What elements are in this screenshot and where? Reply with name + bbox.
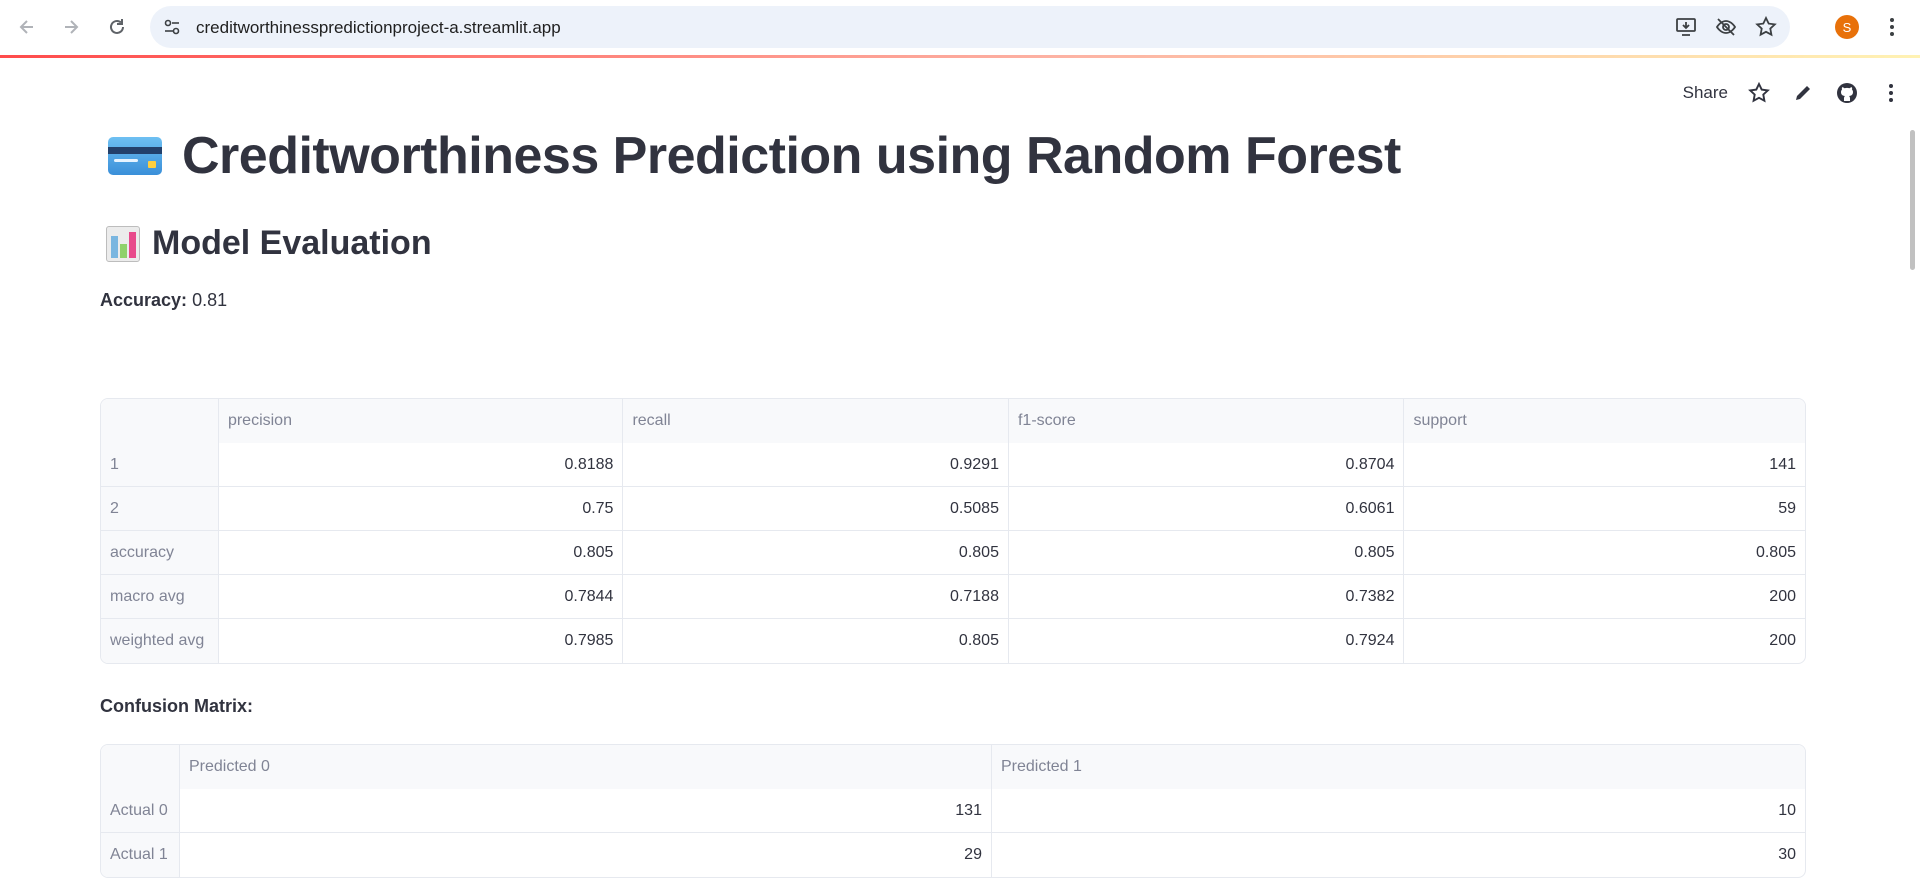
- accuracy-label: Accuracy:: [100, 290, 188, 310]
- page-scrollbar[interactable]: [1906, 58, 1920, 868]
- table-cell[interactable]: 0.805: [218, 531, 624, 575]
- row-label[interactable]: weighted avg: [101, 619, 219, 663]
- confusion-matrix-label: Confusion Matrix:: [100, 696, 253, 716]
- column-header[interactable]: Predicted 1: [991, 745, 1805, 789]
- column-header[interactable]: support: [1404, 399, 1805, 443]
- row-label[interactable]: Actual 1: [101, 833, 180, 877]
- accuracy-value: 0.81: [192, 290, 228, 310]
- row-label[interactable]: macro avg: [101, 575, 219, 619]
- table-row: 2 0.75 0.5085 0.6061 59: [101, 487, 1805, 531]
- column-header[interactable]: [101, 745, 180, 789]
- app-decoration-bar: [0, 55, 1920, 58]
- bookmark-star-icon[interactable]: [1754, 15, 1778, 39]
- table-cell[interactable]: 0.7844: [218, 575, 624, 619]
- row-label[interactable]: Actual 0: [101, 789, 180, 833]
- table-cell[interactable]: 29: [180, 833, 992, 877]
- row-label[interactable]: 2: [101, 487, 219, 531]
- eye-off-icon[interactable]: [1714, 15, 1738, 39]
- column-header[interactable]: [101, 399, 219, 443]
- edit-icon[interactable]: [1790, 80, 1816, 106]
- column-header[interactable]: f1-score: [1008, 399, 1405, 443]
- column-header[interactable]: precision: [218, 399, 624, 443]
- bar-chart-icon: [106, 225, 140, 262]
- table-cell[interactable]: 0.805: [1008, 531, 1405, 575]
- table-row: Actual 0 131 10: [101, 789, 1805, 833]
- row-label[interactable]: 1: [101, 443, 219, 487]
- table-cell[interactable]: 0.805: [623, 619, 1009, 663]
- table-cell[interactable]: 0.8188: [218, 443, 624, 487]
- site-settings-icon[interactable]: [162, 17, 182, 37]
- credit-card-icon: [108, 137, 162, 175]
- app-toolbar: Share: [1683, 80, 1904, 106]
- table-cell[interactable]: 0.805: [623, 531, 1009, 575]
- star-icon[interactable]: [1746, 80, 1772, 106]
- table-cell[interactable]: 10: [991, 789, 1805, 833]
- back-icon[interactable]: [12, 12, 42, 42]
- section-heading: Model Evaluation: [106, 224, 432, 263]
- classification-report-table[interactable]: precision recall f1-score support 1 0.81…: [100, 398, 1806, 664]
- page-title-text: Creditworthiness Prediction using Random…: [182, 127, 1401, 185]
- section-heading-text: Model Evaluation: [152, 224, 432, 262]
- table-cell[interactable]: 0.5085: [623, 487, 1009, 531]
- forward-icon[interactable]: [56, 12, 86, 42]
- accuracy-text: Accuracy: 0.81: [100, 290, 227, 311]
- table-cell[interactable]: 30: [992, 833, 1805, 877]
- table-cell[interactable]: 0.75: [218, 487, 624, 531]
- table-row: accuracy 0.805 0.805 0.805 0.805: [101, 531, 1805, 575]
- confusion-matrix-table[interactable]: Predicted 0 Predicted 1 Actual 0 131 10 …: [100, 744, 1806, 878]
- table-cell[interactable]: 0.8704: [1008, 443, 1405, 487]
- table-row: 1 0.8188 0.9291 0.8704 141: [101, 443, 1805, 487]
- page-title: Creditworthiness Prediction using Random…: [108, 126, 1401, 186]
- table-cell[interactable]: 59: [1404, 487, 1805, 531]
- table-header-row: Predicted 0 Predicted 1: [101, 745, 1805, 789]
- table-cell[interactable]: 200: [1404, 575, 1805, 619]
- table-row: macro avg 0.7844 0.7188 0.7382 200: [101, 575, 1805, 619]
- row-label[interactable]: accuracy: [101, 531, 219, 575]
- table-row: Actual 1 29 30: [101, 833, 1805, 877]
- browser-menu-icon[interactable]: [1880, 13, 1904, 41]
- table-cell[interactable]: 131: [179, 789, 992, 833]
- table-row: weighted avg 0.7985 0.805 0.7924 200: [101, 619, 1805, 663]
- profile-avatar[interactable]: S: [1835, 15, 1859, 39]
- browser-chrome: creditworthinesspredictionproject-a.stre…: [0, 0, 1920, 55]
- table-cell[interactable]: 0.7382: [1008, 575, 1405, 619]
- table-header-row: precision recall f1-score support: [101, 399, 1805, 443]
- table-cell[interactable]: 200: [1404, 619, 1805, 663]
- table-cell[interactable]: 0.7985: [219, 619, 624, 663]
- table-cell[interactable]: 0.7188: [623, 575, 1009, 619]
- scrollbar-thumb[interactable]: [1910, 130, 1915, 270]
- install-app-icon[interactable]: [1674, 15, 1698, 39]
- more-options-icon[interactable]: [1878, 80, 1904, 106]
- share-button[interactable]: Share: [1683, 83, 1728, 103]
- table-cell[interactable]: 0.9291: [623, 443, 1009, 487]
- column-header[interactable]: Predicted 0: [179, 745, 992, 789]
- table-cell[interactable]: 0.6061: [1008, 487, 1405, 531]
- table-cell[interactable]: 0.805: [1404, 531, 1805, 575]
- url-text[interactable]: creditworthinesspredictionproject-a.stre…: [196, 18, 561, 38]
- address-bar[interactable]: creditworthinesspredictionproject-a.stre…: [150, 6, 1790, 48]
- reload-icon[interactable]: [102, 12, 132, 42]
- table-cell[interactable]: 141: [1404, 443, 1805, 487]
- column-header[interactable]: recall: [623, 399, 1009, 443]
- github-icon[interactable]: [1834, 80, 1860, 106]
- table-cell[interactable]: 0.7924: [1009, 619, 1405, 663]
